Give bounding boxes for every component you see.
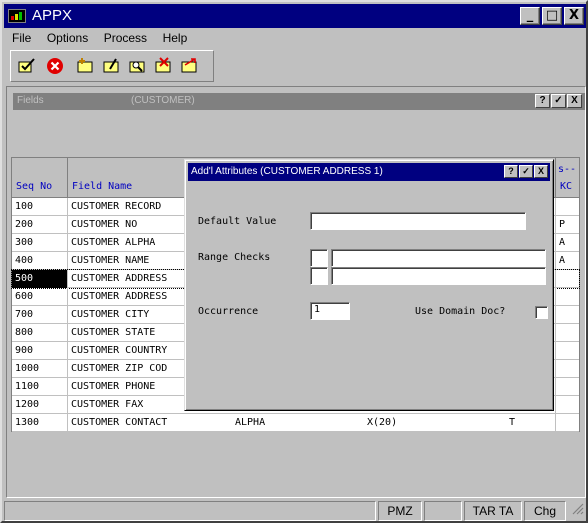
t-cell: T [509,417,516,428]
kc-cell [555,414,579,432]
use-domain-doc-label: Use Domain Doc? [415,306,506,317]
field-name-cell: CUSTOMER NO [71,219,138,230]
range-check-2-flag[interactable] [310,267,328,285]
seq-cell: 1100 [12,378,68,396]
fields-window-title: Fields (CUSTOMER) ? ✓ X [13,93,585,110]
kc-cell: A [555,234,579,252]
kc-cell: P [555,216,579,234]
toolbar [10,50,214,82]
seq-cell: 1300 [12,414,68,432]
menu-file[interactable]: File [4,30,35,45]
field-format-cell: X(20) [367,417,398,428]
fields-close-button[interactable]: X [567,94,582,108]
close-button[interactable]: X [564,7,584,25]
fields-ok-button[interactable]: ✓ [551,94,566,108]
fields-window-label: Fields [17,95,44,106]
dialog-ok-button[interactable]: ✓ [519,165,533,178]
cancel-icon[interactable] [45,57,65,75]
kc-cell [555,360,579,378]
seq-cell: 800 [12,324,68,342]
seq-cell: 1000 [12,360,68,378]
appx-logo-icon [8,9,26,23]
dialog-title-bar: Add'l Attributes (CUSTOMER ADDRESS 1) ? … [188,163,550,181]
range-check-2-value[interactable] [331,267,546,285]
field-name-cell: CUSTOMER PHONE [71,381,156,392]
delete-icon[interactable] [153,57,173,75]
dialog-help-button[interactable]: ? [504,165,518,178]
seq-cell: 600 [12,288,68,306]
fields-help-button[interactable]: ? [535,94,550,108]
dialog-close-button[interactable]: X [534,165,548,178]
status-bar: PMZ TAR TA Chg [4,501,586,521]
menu-bar: File Options Process Help [4,30,586,48]
field-name-cell: CUSTOMER ADDRESS [71,291,168,302]
default-value-field[interactable] [310,212,526,230]
redo-icon[interactable] [179,57,199,75]
seq-cell: 200 [12,216,68,234]
minimize-button[interactable]: _ [520,7,540,25]
menu-process[interactable]: Process [96,30,151,45]
menu-options[interactable]: Options [39,30,92,45]
change-icon[interactable] [101,57,121,75]
app-title: APPX [32,7,73,24]
field-name-cell: CUSTOMER ADDRESS [71,273,168,284]
range-checks-label: Range Checks [198,252,271,263]
kc-cell [555,306,579,324]
seq-cell: 100 [12,198,68,216]
kc-cell [555,324,579,342]
kc-cell [555,342,579,360]
status-tar: TAR TA [464,501,522,521]
field-name-cell: CUSTOMER STATE [71,327,156,338]
field-name-cell: CUSTOMER CONTACT [71,417,168,428]
kc-cell [555,378,579,396]
kc-cell [555,396,579,414]
dialog-title: Add'l Attributes (CUSTOMER ADDRESS 1) [191,166,383,177]
field-name-cell: CUSTOMER RECORD [71,201,162,212]
seq-cell: 1200 [12,396,68,414]
range-check-1-value[interactable] [331,249,546,267]
appx-window: APPX _ □ X File Options Process Help Fie… [0,0,588,523]
status-blank [424,501,462,521]
kc-header: s-- KC [555,158,579,198]
seq-no-header: Seq No [12,158,68,198]
field-name-cell: CUSTOMER ZIP COD [71,363,168,374]
addl-attributes-dialog: Add'l Attributes (CUSTOMER ADDRESS 1) ? … [184,159,554,411]
field-name-cell: CUSTOMER CITY [71,309,150,320]
table-row[interactable]: 1300 CUSTOMER CONTACT ALPHA X(20) T [12,414,579,432]
field-type-cell: ALPHA [235,417,266,428]
seq-cell: 700 [12,306,68,324]
field-name-cell: CUSTOMER COUNTRY [71,345,168,356]
seq-cell: 900 [12,342,68,360]
inquire-icon[interactable] [127,57,147,75]
maximize-button[interactable]: □ [542,7,562,25]
status-chg: Chg [524,501,566,521]
resize-grip-icon[interactable] [568,501,586,521]
kc-cell [555,270,579,288]
kc-cell [555,288,579,306]
field-name-cell: CUSTOMER FAX [71,399,144,410]
seq-cell: 300 [12,234,68,252]
field-name-cell: CUSTOMER ALPHA [71,237,156,248]
seq-cell: 500 [12,270,68,288]
field-name-cell: CUSTOMER NAME [71,255,150,266]
status-pmz: PMZ [378,501,422,521]
menu-help[interactable]: Help [155,30,192,45]
title-bar: APPX _ □ X [4,4,586,28]
seq-cell: 400 [12,252,68,270]
occurrence-field[interactable]: 1 [310,302,350,320]
add-icon[interactable] [75,57,95,75]
default-value-label: Default Value [198,216,277,227]
range-check-1-flag[interactable] [310,249,328,267]
fields-window-subtitle: (CUSTOMER) [131,95,195,106]
status-message [4,501,376,521]
kc-cell: A [555,252,579,270]
use-domain-doc-checkbox[interactable] [535,306,548,319]
confirm-icon[interactable] [17,57,37,75]
kc-cell [555,198,579,216]
occurrence-label: Occurrence [198,306,259,317]
